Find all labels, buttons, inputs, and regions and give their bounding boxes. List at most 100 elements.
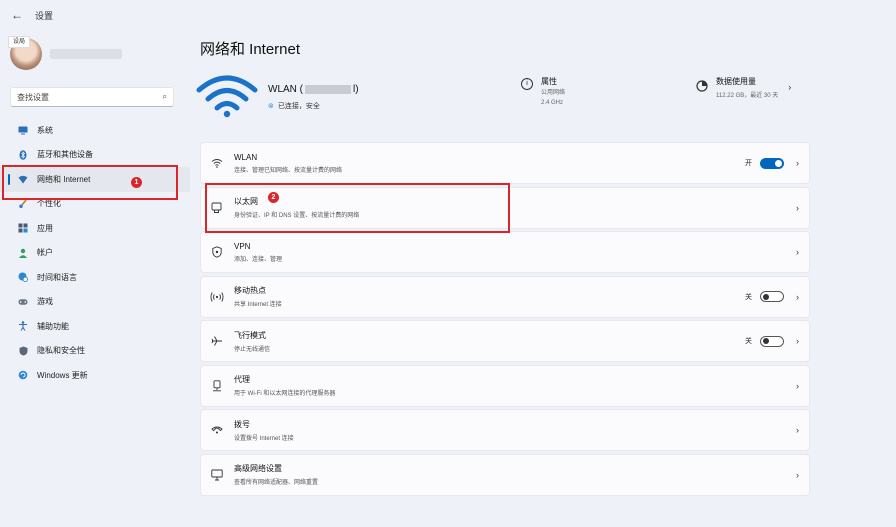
airplane-mode-toggle[interactable] (760, 335, 784, 347)
account-icon (18, 248, 28, 258)
connection-name[interactable]: WLAN ( l) (268, 84, 359, 95)
card-advanced-network[interactable]: 高级网络设置 查看所有网络适配器、网络重置 › (200, 453, 810, 496)
connected-secure-icon: ⊚ (268, 103, 274, 110)
card-subtitle: 用于 Wi-Fi 和以太网连接的代理服务器 (234, 391, 336, 397)
card-vpn[interactable]: VPN 添加、连接、管理 › (200, 231, 810, 273)
globe-clock-icon (18, 272, 28, 283)
sidebar-item-windows-update[interactable]: Windows 更新 (0, 363, 190, 388)
card-airplane-mode[interactable]: 飞行模式 停止无线通信 关 › (200, 320, 810, 362)
card-subtitle: 连接、管理已知网络、按流量计费的网络 (234, 167, 343, 174)
card-title: 飞行模式 (234, 330, 266, 340)
game-icon (18, 297, 28, 307)
properties-title: 属性 (541, 77, 557, 86)
sidebar-nav: 系统 蓝牙和其他设备 网络和 Internet 个性化 应用 帐户 时间和语言 … (0, 118, 190, 388)
bluetooth-icon (18, 150, 28, 160)
profile-name-redacted (50, 49, 122, 59)
chevron-right-icon: › (796, 158, 799, 168)
chevron-right-icon: › (796, 469, 799, 480)
sidebar-item-apps[interactable]: 应用 (0, 216, 190, 241)
chevron-right-icon: › (796, 247, 799, 257)
toggle-state-label: 开 (745, 160, 752, 167)
sidebar-item-label: 时间和语言 (37, 272, 77, 282)
user-profile[interactable]: 设局 (8, 36, 122, 70)
card-title: 高级网络设置 (234, 464, 282, 473)
toggle-state-label: 关 (745, 338, 752, 345)
chevron-right-icon: › (796, 202, 799, 213)
sidebar-item-label: 应用 (37, 223, 53, 233)
annotation-box-ethernet (205, 183, 510, 233)
chevron-right-icon: › (796, 425, 799, 435)
card-subtitle: 共享 Internet 连接 (234, 302, 282, 308)
sidebar-item-label: 帐户 (37, 248, 53, 258)
sidebar-item-gaming[interactable]: 游戏 (0, 290, 190, 315)
chevron-right-icon: › (788, 82, 792, 92)
data-usage-icon (696, 80, 708, 92)
sidebar-item-accessibility[interactable]: 辅助功能 (0, 314, 190, 339)
properties-network-type: 公用网络 (541, 90, 566, 96)
connection-header: WLAN ( l) ⊚ 已连接，安全 i 属性 公用网络 2.4 GHz 数据使… (196, 70, 816, 122)
chevron-right-icon: › (796, 291, 799, 302)
sidebar-item-accounts[interactable]: 帐户 (0, 241, 190, 266)
card-title: WLAN (234, 152, 258, 162)
card-mobile-hotspot[interactable]: 移动热点 共享 Internet 连接 关 › (200, 275, 810, 318)
data-usage-title: 数据使用量 (716, 77, 756, 86)
app-title: 设置 (35, 10, 54, 21)
back-button[interactable]: ← (5, 5, 29, 25)
annotation-badge-1: 1 (131, 177, 142, 188)
hotspot-toggle[interactable] (760, 291, 784, 302)
data-usage-button[interactable]: 数据使用量 112.22 GB，最近 30 天 › (696, 76, 791, 99)
search-input[interactable] (17, 92, 163, 102)
wifi-large-icon (196, 75, 258, 118)
sidebar: 设局 ⌕ 系统 蓝牙和其他设备 (0, 30, 190, 527)
apps-icon (18, 223, 28, 233)
airplane-icon (209, 333, 225, 349)
search-box[interactable]: ⌕ (10, 87, 174, 107)
card-subtitle: 设置拨号 Internet 连接 (234, 435, 294, 442)
monitor-icon (18, 125, 28, 135)
properties-button[interactable]: i 属性 公用网络 2.4 GHz (521, 76, 565, 107)
chevron-right-icon: › (796, 380, 799, 391)
card-subtitle: 查看所有网络适配器、网络重置 (234, 480, 319, 486)
card-title: 移动热点 (234, 286, 266, 295)
connection-status-text: 已连接，安全 (277, 103, 320, 110)
dialup-icon (209, 422, 225, 438)
accessibility-icon (18, 321, 28, 332)
update-icon (18, 370, 28, 380)
sidebar-item-time-language[interactable]: 时间和语言 (0, 265, 190, 290)
sidebar-item-label: 隐私和安全性 (37, 346, 85, 356)
card-title: 拨号 (234, 419, 250, 429)
connection-name-suffix: l) (353, 84, 359, 95)
advanced-network-icon (209, 467, 225, 483)
connection-name-prefix: WLAN ( (268, 84, 303, 95)
page-title: 网络和 Internet (200, 41, 301, 58)
connection-status: ⊚ 已连接，安全 (268, 101, 320, 111)
sidebar-item-label: Windows 更新 (37, 370, 88, 380)
ssid-redacted (305, 85, 351, 94)
settings-window: ← 设置 设局 ⌕ 系统 蓝牙和其他设备 (0, 0, 896, 527)
sidebar-item-label: 系统 (37, 125, 53, 135)
sidebar-item-label: 蓝牙和其他设备 (37, 150, 93, 160)
proxy-icon (209, 378, 225, 394)
vpn-shield-icon (209, 244, 225, 260)
main-content: 网络和 Internet WLAN ( l) ⊚ 已连接，安全 i 属性 公用网… (196, 30, 896, 527)
card-wlan[interactable]: WLAN 连接、管理已知网络、按流量计费的网络 开 › (200, 142, 810, 184)
annotation-badge-2: 2 (268, 192, 279, 203)
brush-icon (18, 199, 28, 209)
card-proxy[interactable]: 代理 用于 Wi-Fi 和以太网连接的代理服务器 › (200, 364, 810, 407)
toggle-state-label: 关 (745, 293, 752, 301)
avatar-label: 设局 (8, 36, 30, 48)
title-bar: ← 设置 (0, 0, 896, 30)
card-subtitle: 添加、连接、管理 (234, 256, 283, 263)
sidebar-item-privacy[interactable]: 隐私和安全性 (0, 339, 190, 364)
data-usage-detail: 112.22 GB，最近 30 天 (716, 93, 779, 99)
wifi-icon (209, 155, 225, 171)
search-icon[interactable]: ⌕ (163, 92, 167, 102)
wlan-toggle[interactable] (760, 157, 784, 169)
card-dial-up[interactable]: 拨号 设置拨号 Internet 连接 › (200, 409, 810, 451)
shield-icon (18, 346, 28, 356)
sidebar-item-bluetooth[interactable]: 蓝牙和其他设备 (0, 143, 190, 168)
card-title: 代理 (234, 375, 250, 384)
info-icon: i (521, 78, 533, 90)
sidebar-item-system[interactable]: 系统 (0, 118, 190, 143)
chevron-right-icon: › (796, 336, 799, 346)
